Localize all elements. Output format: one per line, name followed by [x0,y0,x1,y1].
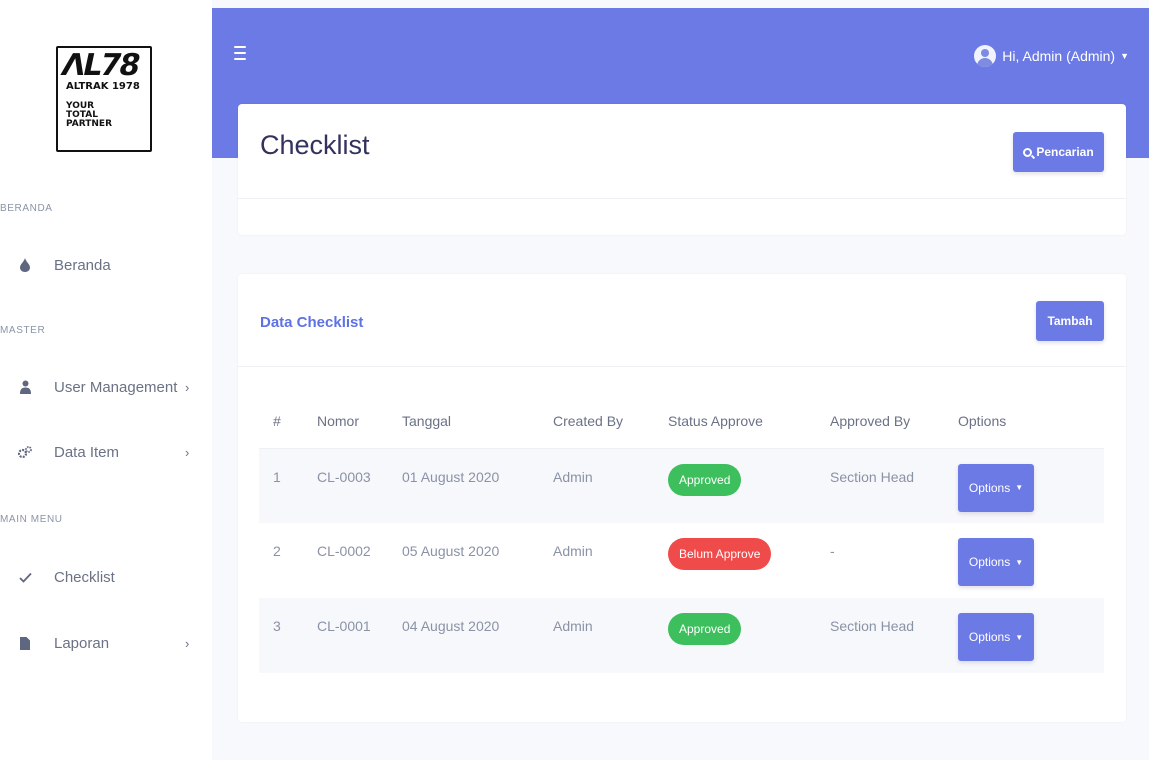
column-header: # [259,394,303,449]
sidebar-item-user-management[interactable]: User Management › [0,372,212,402]
cell-nomor: CL-0002 [303,523,388,598]
cell-no: 3 [259,598,303,673]
logo-tagline: YOUR TOTAL PARTNER [66,101,113,129]
options-dropdown-button[interactable]: Options ▼ [958,463,1034,512]
avatar-icon [974,45,997,67]
page-title: Checklist [260,130,370,160]
sidebar-item-laporan[interactable]: Laporan › [0,628,212,658]
table-row: 3 CL-0001 04 August 2020 Admin Approved … [259,598,1104,673]
column-header: Tanggal [388,394,539,449]
sidebar-item-label: Laporan [54,634,110,652]
column-header: Options [944,394,1104,449]
sidebar-item-label: Beranda [54,256,111,274]
column-header: Approved By [816,394,944,449]
brand-logo[interactable]: ΛL78 ALTRAK 1978 YOUR TOTAL PARTNER [56,46,152,152]
options-dropdown-button[interactable]: Options ▼ [958,538,1034,586]
cell-approved-by: Section Head [816,448,944,523]
sidebar-item-data-item[interactable]: Data Item › [0,437,212,467]
logo-mark: ΛL78 [58,48,142,83]
sidebar-item-label: User Management [54,378,178,396]
cell-status: Belum Approve [654,523,816,598]
divider [238,366,1126,367]
status-badge: Approved [668,613,742,645]
logo-subtitle: ALTRAK 1978 [66,81,140,92]
cell-created-by: Admin [539,523,654,598]
cell-status: Approved [654,448,816,523]
chevron-right-icon: › [185,635,190,651]
column-header: Nomor [303,394,388,449]
sidebar: ΛL78 ALTRAK 1978 YOUR TOTAL PARTNER BERA… [0,0,212,760]
cell-tanggal: 05 August 2020 [388,523,539,598]
search-button-label: Pencarian [1036,145,1094,159]
options-label: Options [968,480,1011,495]
logo-top: ΛL78 ALTRAK 1978 [58,48,150,94]
user-icon [18,379,32,395]
sidebar-item-label: Data Item [54,443,120,461]
cell-nomor: CL-0001 [303,598,388,673]
status-badge: Approved [668,463,742,496]
cell-approved-by: Section Head [816,598,944,673]
check-icon [18,569,32,585]
sidebar-item-checklist[interactable]: Checklist [0,562,212,592]
divider [238,198,1126,199]
main-content: Hi, Admin (Admin) ▼ Checklist Pencarian … [212,0,1149,760]
options-dropdown-button[interactable]: Options ▼ [958,613,1034,661]
hamburger-menu-icon[interactable] [234,46,246,60]
cell-created-by: Admin [539,448,654,523]
user-menu[interactable]: Hi, Admin (Admin) ▼ [974,44,1129,68]
column-header: Status Approve [654,394,816,449]
cell-options: Options ▼ [944,523,1104,598]
caret-down-icon: ▼ [1015,483,1024,492]
section-label-master: MASTER [0,325,46,336]
cell-no: 1 [259,448,303,523]
chevron-right-icon: › [185,379,190,395]
cell-no: 2 [259,523,303,598]
chevron-right-icon: › [185,444,190,460]
sidebar-item-label: Checklist [54,568,115,586]
caret-down-icon: ▼ [1015,557,1024,567]
section-label-beranda: BERANDA [0,203,53,214]
table-row: 1 CL-0003 01 August 2020 Admin Approved … [259,448,1104,523]
table-row: 2 CL-0002 05 August 2020 Admin Belum App… [259,523,1104,598]
section-label-main-menu: MAIN MENU [0,514,63,525]
checklist-table: # Nomor Tanggal Created By Status Approv… [259,394,1104,673]
status-badge: Belum Approve [668,538,772,570]
caret-down-icon: ▼ [1120,51,1129,61]
cell-tanggal: 04 August 2020 [388,598,539,673]
column-header: Created By [539,394,654,449]
gears-icon [18,444,32,460]
drop-icon [18,257,32,273]
sidebar-item-beranda[interactable]: Beranda [0,250,212,280]
search-button[interactable]: Pencarian [1013,132,1104,172]
page-header-card: Checklist Pencarian [238,104,1126,235]
cell-tanggal: 01 August 2020 [388,448,539,523]
options-label: Options [968,555,1011,569]
cell-status: Approved [654,598,816,673]
add-button[interactable]: Tambah [1036,301,1104,341]
cell-options: Options ▼ [944,448,1104,523]
options-label: Options [968,630,1011,644]
cell-nomor: CL-0003 [303,448,388,523]
table-header-row: # Nomor Tanggal Created By Status Approv… [259,394,1104,449]
cell-created-by: Admin [539,598,654,673]
search-icon [1023,147,1033,157]
cell-approved-by: - [816,523,944,598]
user-greeting: Hi, Admin (Admin) [1002,48,1116,64]
data-checklist-card: Data Checklist Tambah # Nomor Tanggal Cr… [238,274,1126,722]
caret-down-icon: ▼ [1015,632,1024,642]
cell-options: Options ▼ [944,598,1104,673]
card-title: Data Checklist [260,314,364,331]
file-icon [18,635,32,651]
